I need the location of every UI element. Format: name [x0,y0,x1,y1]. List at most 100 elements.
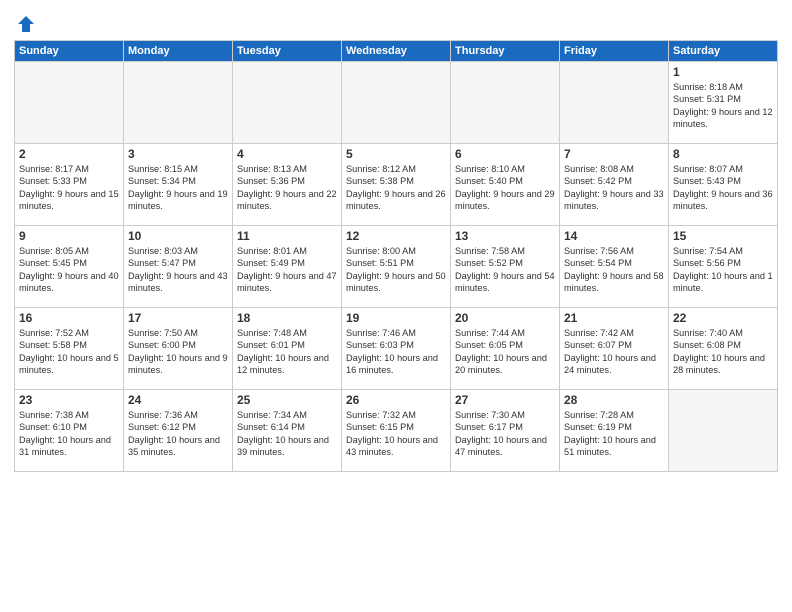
calendar-cell: 11 Sunrise: 8:01 AM Sunset: 5:49 PM Dayli… [233,226,342,308]
calendar-cell [451,62,560,144]
day-number: 12 [346,229,446,243]
weekday-header-thursday: Thursday [451,41,560,62]
calendar-cell: 18Sunrise: 7:48 AM Sunset: 6:01 PM Dayli… [233,308,342,390]
day-number: 3 [128,147,228,161]
day-number: 20 [455,311,555,325]
day-number: 7 [564,147,664,161]
calendar-cell: 7 Sunrise: 8:08 AM Sunset: 5:42 PM Daylig… [560,144,669,226]
calendar-cell: 15 Sunrise: 7:54 AM Sunset: 5:56 PM Dayli… [669,226,778,308]
day-number: 25 [237,393,337,407]
day-info: Sunrise: 7:46 AM Sunset: 6:03 PM Dayligh… [346,327,446,377]
day-info: Sunrise: 7:34 AM Sunset: 6:14 PM Dayligh… [237,409,337,459]
header-area [14,10,778,34]
calendar-cell [669,390,778,472]
calendar-cell: 4 Sunrise: 8:13 AM Sunset: 5:36 PM Daylig… [233,144,342,226]
weekday-header-friday: Friday [560,41,669,62]
calendar-cell: 28 Sunrise: 7:28 AM Sunset: 6:19 PM Dayli… [560,390,669,472]
calendar-cell: 25 Sunrise: 7:34 AM Sunset: 6:14 PM Dayli… [233,390,342,472]
day-number: 11 [237,229,337,243]
day-number: 4 [237,147,337,161]
weekday-header-tuesday: Tuesday [233,41,342,62]
calendar-cell: 21 Sunrise: 7:42 AM Sunset: 6:07 PM Dayli… [560,308,669,390]
day-info: Sunrise: 8:18 AM Sunset: 5:31 PM Dayligh… [673,81,773,131]
calendar-cell: 23Sunrise: 7:38 AM Sunset: 6:10 PM Dayli… [15,390,124,472]
day-number: 9 [19,229,119,243]
calendar-cell [124,62,233,144]
weekday-header-sunday: Sunday [15,41,124,62]
calendar-cell: 17 Sunrise: 7:50 AM Sunset: 6:00 PM Dayli… [124,308,233,390]
calendar-cell: 10 Sunrise: 8:03 AM Sunset: 5:47 PM Dayli… [124,226,233,308]
weekday-header-wednesday: Wednesday [342,41,451,62]
calendar-cell: 16 Sunrise: 7:52 AM Sunset: 5:58 PM Dayli… [15,308,124,390]
day-info: Sunrise: 7:36 AM Sunset: 6:12 PM Dayligh… [128,409,228,459]
calendar-cell: 20 Sunrise: 7:44 AM Sunset: 6:05 PM Dayli… [451,308,560,390]
weekday-header-saturday: Saturday [669,41,778,62]
calendar-cell: 5 Sunrise: 8:12 AM Sunset: 5:38 PM Daylig… [342,144,451,226]
day-info: Sunrise: 7:52 AM Sunset: 5:58 PM Dayligh… [19,327,119,377]
day-number: 23 [19,393,119,407]
day-info: Sunrise: 8:10 AM Sunset: 5:40 PM Dayligh… [455,163,555,213]
week-row-3: 9Sunrise: 8:05 AM Sunset: 5:45 PM Daylig… [15,226,778,308]
day-number: 28 [564,393,664,407]
day-number: 8 [673,147,773,161]
day-number: 21 [564,311,664,325]
day-info: Sunrise: 8:12 AM Sunset: 5:38 PM Dayligh… [346,163,446,213]
weekday-header-monday: Monday [124,41,233,62]
day-info: Sunrise: 7:58 AM Sunset: 5:52 PM Dayligh… [455,245,555,295]
calendar-cell: 2Sunrise: 8:17 AM Sunset: 5:33 PM Daylig… [15,144,124,226]
calendar-cell [15,62,124,144]
day-info: Sunrise: 8:01 AM Sunset: 5:49 PM Dayligh… [237,245,337,295]
calendar-cell: 1 Sunrise: 8:18 AM Sunset: 5:31 PM Daylig… [669,62,778,144]
day-info: Sunrise: 8:07 AM Sunset: 5:43 PM Dayligh… [673,163,773,213]
calendar-cell: 19 Sunrise: 7:46 AM Sunset: 6:03 PM Dayli… [342,308,451,390]
day-number: 10 [128,229,228,243]
day-number: 17 [128,311,228,325]
day-number: 19 [346,311,446,325]
day-info: Sunrise: 8:03 AM Sunset: 5:47 PM Dayligh… [128,245,228,295]
day-number: 15 [673,229,773,243]
day-info: Sunrise: 7:30 AM Sunset: 6:17 PM Dayligh… [455,409,555,459]
day-info: Sunrise: 7:28 AM Sunset: 6:19 PM Dayligh… [564,409,664,459]
week-row-5: 23Sunrise: 7:38 AM Sunset: 6:10 PM Dayli… [15,390,778,472]
calendar-cell [342,62,451,144]
day-info: Sunrise: 8:17 AM Sunset: 5:33 PM Dayligh… [19,163,119,213]
calendar-cell: 14Sunrise: 7:56 AM Sunset: 5:54 PM Dayli… [560,226,669,308]
day-number: 5 [346,147,446,161]
day-info: Sunrise: 8:13 AM Sunset: 5:36 PM Dayligh… [237,163,337,213]
calendar-page: SundayMondayTuesdayWednesdayThursdayFrid… [0,0,792,612]
calendar-cell: 12Sunrise: 8:00 AM Sunset: 5:51 PM Dayli… [342,226,451,308]
day-info: Sunrise: 7:48 AM Sunset: 6:01 PM Dayligh… [237,327,337,377]
calendar-cell: 13 Sunrise: 7:58 AM Sunset: 5:52 PM Dayli… [451,226,560,308]
calendar-cell: 22 Sunrise: 7:40 AM Sunset: 6:08 PM Dayli… [669,308,778,390]
calendar-cell: 26Sunrise: 7:32 AM Sunset: 6:15 PM Dayli… [342,390,451,472]
calendar-cell: 9Sunrise: 8:05 AM Sunset: 5:45 PM Daylig… [15,226,124,308]
calendar-table: SundayMondayTuesdayWednesdayThursdayFrid… [14,40,778,472]
day-info: Sunrise: 7:42 AM Sunset: 6:07 PM Dayligh… [564,327,664,377]
day-info: Sunrise: 7:40 AM Sunset: 6:08 PM Dayligh… [673,327,773,377]
calendar-cell [560,62,669,144]
day-number: 1 [673,65,773,79]
day-info: Sunrise: 8:08 AM Sunset: 5:42 PM Dayligh… [564,163,664,213]
day-info: Sunrise: 7:54 AM Sunset: 5:56 PM Dayligh… [673,245,773,295]
day-number: 6 [455,147,555,161]
calendar-cell: 3 Sunrise: 8:15 AM Sunset: 5:34 PM Daylig… [124,144,233,226]
day-number: 22 [673,311,773,325]
week-row-1: 1 Sunrise: 8:18 AM Sunset: 5:31 PM Daylig… [15,62,778,144]
week-row-2: 2Sunrise: 8:17 AM Sunset: 5:33 PM Daylig… [15,144,778,226]
day-number: 13 [455,229,555,243]
day-number: 24 [128,393,228,407]
calendar-cell: 24 Sunrise: 7:36 AM Sunset: 6:12 PM Dayli… [124,390,233,472]
calendar-cell: 27 Sunrise: 7:30 AM Sunset: 6:17 PM Dayli… [451,390,560,472]
day-info: Sunrise: 7:50 AM Sunset: 6:00 PM Dayligh… [128,327,228,377]
logo-icon [16,14,36,34]
week-row-4: 16 Sunrise: 7:52 AM Sunset: 5:58 PM Dayli… [15,308,778,390]
calendar-cell: 6 Sunrise: 8:10 AM Sunset: 5:40 PM Daylig… [451,144,560,226]
day-number: 27 [455,393,555,407]
logo [14,14,36,34]
day-info: Sunrise: 8:15 AM Sunset: 5:34 PM Dayligh… [128,163,228,213]
day-info: Sunrise: 7:32 AM Sunset: 6:15 PM Dayligh… [346,409,446,459]
day-number: 16 [19,311,119,325]
calendar-cell: 8 Sunrise: 8:07 AM Sunset: 5:43 PM Daylig… [669,144,778,226]
day-number: 14 [564,229,664,243]
day-info: Sunrise: 7:44 AM Sunset: 6:05 PM Dayligh… [455,327,555,377]
